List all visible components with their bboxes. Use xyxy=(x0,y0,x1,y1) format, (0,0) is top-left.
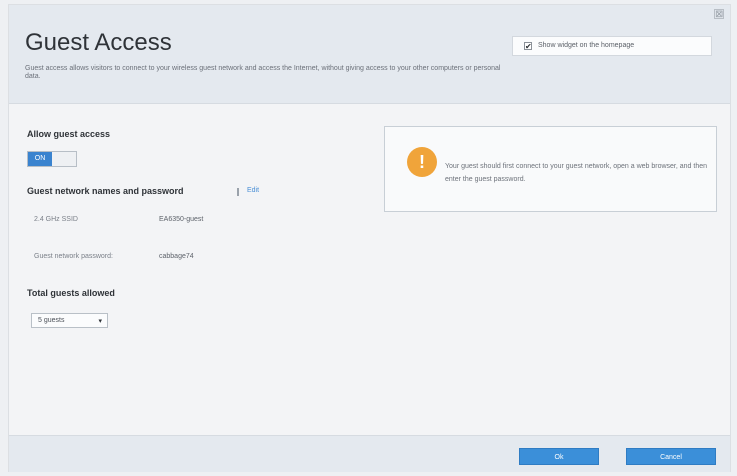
allow-guest-label: Allow guest access xyxy=(27,129,111,139)
password-label: Guest network password: xyxy=(34,253,113,260)
total-guests-value: 5 guests xyxy=(38,317,65,324)
network-heading: Guest network names and password xyxy=(27,186,184,196)
ssid-label: 2.4 GHz SSID xyxy=(34,216,78,223)
toggle-on-label: ON xyxy=(28,152,52,166)
show-widget-label: Show widget on the homepage xyxy=(538,42,635,49)
ssid-value: EA6350-guest xyxy=(159,216,204,223)
show-widget-checkbox-container[interactable]: ✔ Show widget on the homepage xyxy=(512,36,712,56)
divider xyxy=(237,188,239,196)
toggle-knob xyxy=(52,152,76,166)
chevron-down-icon: ▾ xyxy=(98,318,102,325)
total-guests-label: Total guests allowed xyxy=(27,288,115,298)
password-value: cabbage74 xyxy=(159,253,194,260)
guest-access-panel: ⊠ Guest Access Guest access allows visit… xyxy=(8,4,731,472)
edit-link[interactable]: Edit xyxy=(247,187,259,194)
ok-button[interactable]: Ok xyxy=(519,448,599,465)
guest-notice: ! Your guest should first connect to you… xyxy=(384,126,717,212)
header: ⊠ Guest Access Guest access allows visit… xyxy=(9,5,730,104)
warning-icon: ! xyxy=(407,147,437,177)
notice-text: Your guest should first connect to your … xyxy=(445,163,708,183)
page-description: Guest access allows visitors to connect … xyxy=(25,65,501,80)
cancel-button[interactable]: Cancel xyxy=(626,448,716,465)
footer: Ok Cancel xyxy=(9,435,730,472)
show-widget-checkbox[interactable]: ✔ xyxy=(524,42,532,51)
close-icon[interactable]: ⊠ xyxy=(714,9,724,20)
guest-access-toggle[interactable]: ON xyxy=(27,151,77,167)
total-guests-select[interactable]: 5 guests ▾ xyxy=(31,313,108,328)
page-title: Guest Access xyxy=(25,29,172,56)
